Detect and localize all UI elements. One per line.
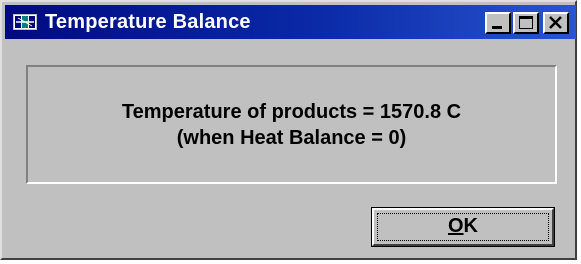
message-panel: Temperature of products = 1570.8 C (when… bbox=[26, 65, 557, 184]
maximize-button[interactable] bbox=[513, 12, 539, 34]
message-line-1: Temperature of products = 1570.8 C bbox=[121, 101, 462, 123]
title-bar[interactable]: Temperature Balance bbox=[5, 5, 576, 39]
window-title: Temperature Balance bbox=[45, 11, 251, 33]
close-button[interactable] bbox=[543, 12, 569, 34]
ok-button-label: OK bbox=[372, 215, 554, 238]
message-line-2: (when Heat Balance = 0) bbox=[176, 127, 407, 149]
ok-accelerator: O bbox=[447, 215, 464, 237]
close-icon bbox=[549, 16, 562, 29]
maximize-icon bbox=[519, 16, 533, 29]
ok-label-rest: K bbox=[463, 215, 478, 237]
dialog-window: Temperature Balance Temperature of produ… bbox=[0, 0, 577, 260]
minimize-button[interactable] bbox=[485, 12, 511, 34]
minimize-icon bbox=[492, 26, 502, 29]
ok-button[interactable]: OK bbox=[371, 207, 555, 247]
app-icon[interactable] bbox=[13, 14, 37, 30]
